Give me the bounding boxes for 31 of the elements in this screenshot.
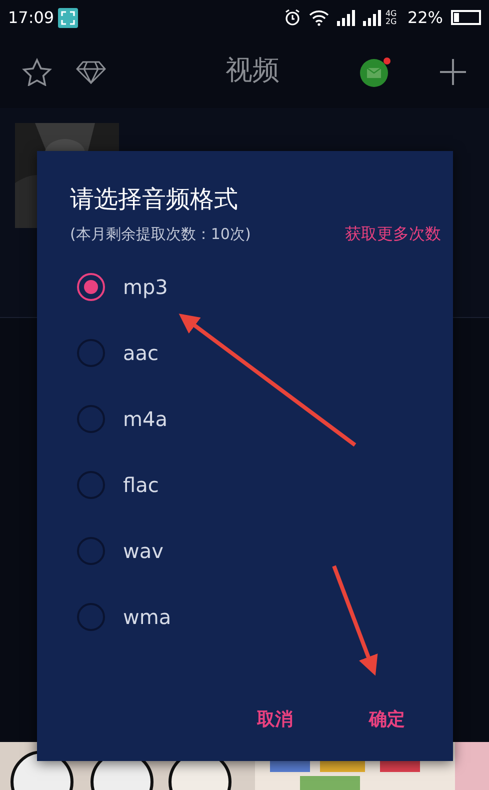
dialog-title: 请选择音频格式 [70,185,239,214]
confirm-button[interactable]: 确定 [361,702,413,737]
wifi-icon [309,10,330,26]
page-title: 视频 [226,55,280,86]
status-time: 17:09 [8,6,54,28]
battery-percent: 22% [407,6,443,28]
signal-icon [337,10,356,26]
format-option[interactable]: flac [70,452,441,518]
format-option[interactable]: aac [70,320,441,386]
battery-icon [451,10,481,25]
cancel-button[interactable]: 取消 [249,702,301,737]
radio-button[interactable] [77,338,105,367]
radio-button[interactable] [77,602,105,631]
screenshot-icon [58,8,78,28]
add-icon[interactable] [439,58,467,86]
format-option[interactable]: wav [70,518,441,584]
format-option[interactable]: m4a [70,386,441,452]
quota-text: (本月剩余提取次数：10次) [70,224,251,245]
network-type: 4G 2G [385,10,398,26]
format-option[interactable]: mp3 [70,254,441,320]
radio-button[interactable] [77,470,105,499]
format-option[interactable]: wma [70,584,441,650]
signal-icon [363,10,382,26]
radio-button[interactable] [77,272,105,301]
alarm-icon [284,9,302,26]
star-icon[interactable] [22,58,52,86]
mail-icon[interactable] [359,56,391,86]
more-link[interactable]: 获取更多次数 [345,222,441,246]
radio-button[interactable] [77,404,105,433]
diamond-icon[interactable] [76,60,106,84]
radio-button[interactable] [77,536,105,565]
